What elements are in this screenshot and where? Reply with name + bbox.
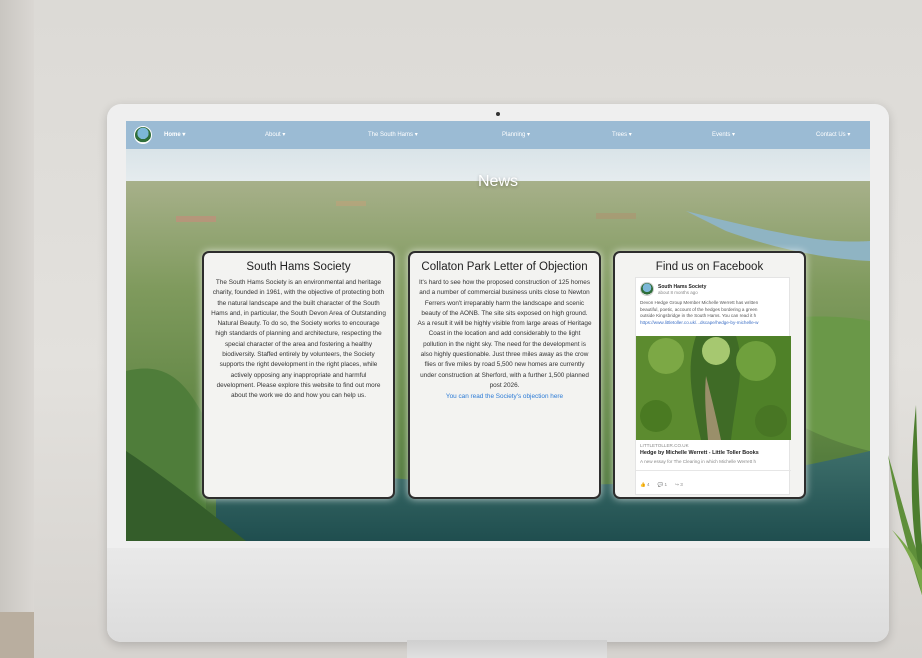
page-title: News [477, 173, 518, 190]
link-domain[interactable]: LITTLETOLLER.CO.UK [640, 443, 689, 448]
card-body: The South Hams Society is an environment… [211, 279, 386, 400]
post-link-line[interactable]: https://www.littletoller.co.uk/...dscape… [640, 320, 788, 327]
nav-trees[interactable]: Trees ▾ [612, 131, 632, 138]
website-screen: Home ▾ About ▾ The South Hams ▾ Planning… [126, 121, 870, 541]
comments-count[interactable]: 💬 1 [658, 482, 668, 488]
likes-count[interactable]: 👍 4 [640, 482, 650, 488]
link-description[interactable]: A new essay for The Clearing in which Mi… [640, 459, 788, 464]
card-title: South Hams Society [246, 261, 351, 273]
nav-planning[interactable]: Planning ▾ [502, 131, 530, 138]
nav-contact-us[interactable]: Contact Us ▾ [816, 131, 850, 138]
reaction-stats: 👍 4 💬 1 ↪ 3 [640, 482, 683, 488]
camera [496, 112, 500, 116]
post-line: outside Kingsbridge in the South Hams. Y… [640, 313, 757, 319]
nav-events[interactable]: Events ▾ [712, 131, 735, 138]
imac-stand [407, 640, 607, 658]
top-navigation: Home ▾ About ▾ The South Hams ▾ Planning… [126, 121, 870, 149]
shelf [0, 612, 34, 658]
link-title[interactable]: Hedge by Michelle Werrett - Little Tolle… [640, 450, 759, 456]
card-title: Find us on Facebook [655, 261, 764, 273]
nav-home[interactable]: Home ▾ [164, 131, 185, 138]
imac-chin [107, 548, 889, 642]
post-line: beautiful, poetic, account of the hedges… [640, 306, 758, 312]
divider [636, 470, 791, 471]
card-body: It's hard to see how the proposed constr… [417, 279, 592, 389]
card-title: Collaton Park Letter of Objection [421, 261, 588, 273]
objection-link[interactable]: You can read the Society's objection her… [417, 392, 592, 402]
wall-background [0, 0, 34, 658]
facebook-embed[interactable]: South Hams Society about 8 months ago De… [635, 277, 791, 495]
post-line: Devon Hedge Group Member Michelle Werret… [640, 300, 759, 305]
facebook-post-time[interactable]: about 8 months ago [658, 290, 706, 295]
card-collaton-park: Collaton Park Letter of Objection It's h… [408, 251, 601, 499]
site-logo-icon[interactable] [134, 126, 152, 144]
facebook-post-text: Devon Hedge Group Member Michelle Werret… [640, 300, 788, 327]
plant-decoration [888, 405, 922, 595]
shares-count[interactable]: ↪ 3 [675, 482, 683, 488]
nav-about[interactable]: About ▾ [265, 131, 285, 138]
card-facebook: Find us on Facebook South Hams Society a… [613, 251, 806, 499]
card-south-hams-society: South Hams Society The South Hams Societ… [202, 251, 395, 499]
facebook-page-name[interactable]: South Hams Society [658, 284, 706, 290]
hedge-photo[interactable] [636, 336, 791, 440]
nav-the-south-hams[interactable]: The South Hams ▾ [368, 131, 418, 138]
facebook-avatar[interactable] [640, 282, 654, 296]
